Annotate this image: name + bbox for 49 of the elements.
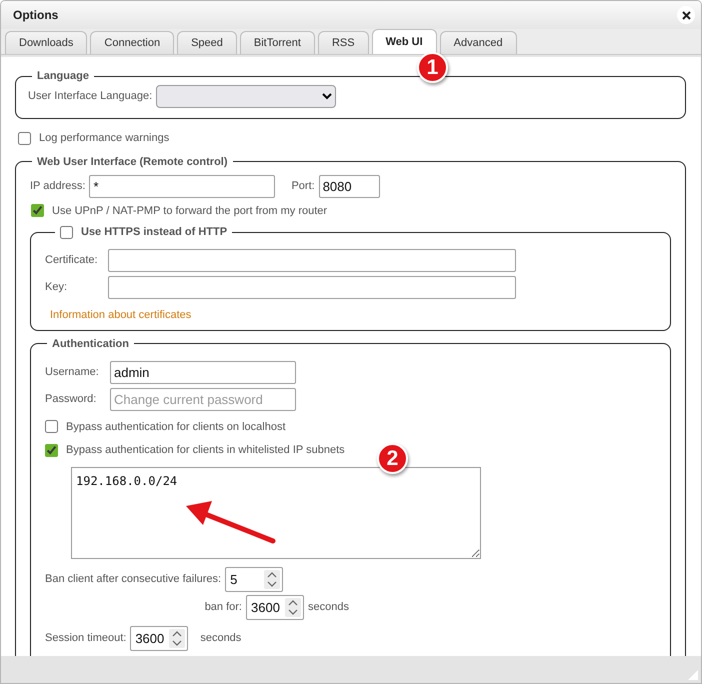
tab[interactable]: Speed xyxy=(177,31,237,54)
field-label: Password: xyxy=(45,392,98,407)
section-legend: Web User Interface (Remote control) xyxy=(32,154,233,168)
step-badge: 2 xyxy=(377,443,408,474)
password-field[interactable]: Change current password xyxy=(110,388,296,410)
checkbox-label: Bypass authentication for clients on localhost xyxy=(66,420,286,434)
spinner-icon[interactable] xyxy=(169,628,186,648)
whitelist-textarea[interactable]: 192.168.0.0/24 xyxy=(71,466,481,558)
username-field[interactable]: admin xyxy=(110,360,296,384)
text-field[interactable] xyxy=(108,249,516,272)
section-legend: Use HTTPS instead of HTTP xyxy=(81,225,228,239)
checkbox[interactable] xyxy=(31,204,44,218)
field-label: Key: xyxy=(45,280,68,296)
field-label: ban for: xyxy=(204,600,242,615)
field-label: Session timeout: xyxy=(45,630,126,646)
tab[interactable]: RSS xyxy=(318,31,369,54)
language-dropdown[interactable] xyxy=(156,85,336,108)
checkbox-label: Log performance warnings xyxy=(39,131,170,146)
close-button[interactable] xyxy=(677,6,695,24)
field-label: Ban client after consecutive failures: xyxy=(45,572,222,587)
text-field[interactable] xyxy=(108,276,516,299)
field-label: Username: xyxy=(45,364,100,380)
tab[interactable]: Web UI xyxy=(372,29,437,54)
checkbox-label: Use UPnP / NAT-PMP to forward the port from my router xyxy=(52,204,328,218)
port-field[interactable]: 8080 xyxy=(318,174,380,198)
checkbox[interactable] xyxy=(60,226,73,238)
tab[interactable]: Advanced xyxy=(440,31,517,54)
section-legend: Authentication xyxy=(47,336,134,350)
field-label: IP address: xyxy=(30,178,86,194)
tab[interactable]: Connection xyxy=(90,31,174,54)
resize-grip-icon[interactable] xyxy=(688,670,698,680)
close-icon xyxy=(682,10,690,20)
field-label: Port: xyxy=(291,178,315,194)
checkbox[interactable] xyxy=(45,420,58,434)
ip-address-field[interactable]: * xyxy=(89,174,276,198)
spinner-icon[interactable] xyxy=(285,598,301,616)
step-badge: 1 xyxy=(417,52,448,83)
field-label: Certificate: xyxy=(45,253,99,268)
tab[interactable]: BitTorrent xyxy=(240,31,315,54)
section-legend: Language xyxy=(32,69,94,83)
checkbox-label: Bypass authentication for clients in whitelisted IP subnets xyxy=(66,443,345,458)
spinner-icon[interactable] xyxy=(264,570,280,588)
unit-label: seconds xyxy=(308,600,349,615)
unit-label: seconds xyxy=(200,630,242,646)
window-title: Options xyxy=(13,7,58,24)
checkbox[interactable] xyxy=(45,444,58,457)
checkbox[interactable] xyxy=(18,132,31,145)
field-label: User Interface Language: xyxy=(28,89,152,104)
tab[interactable]: Downloads xyxy=(5,31,88,54)
